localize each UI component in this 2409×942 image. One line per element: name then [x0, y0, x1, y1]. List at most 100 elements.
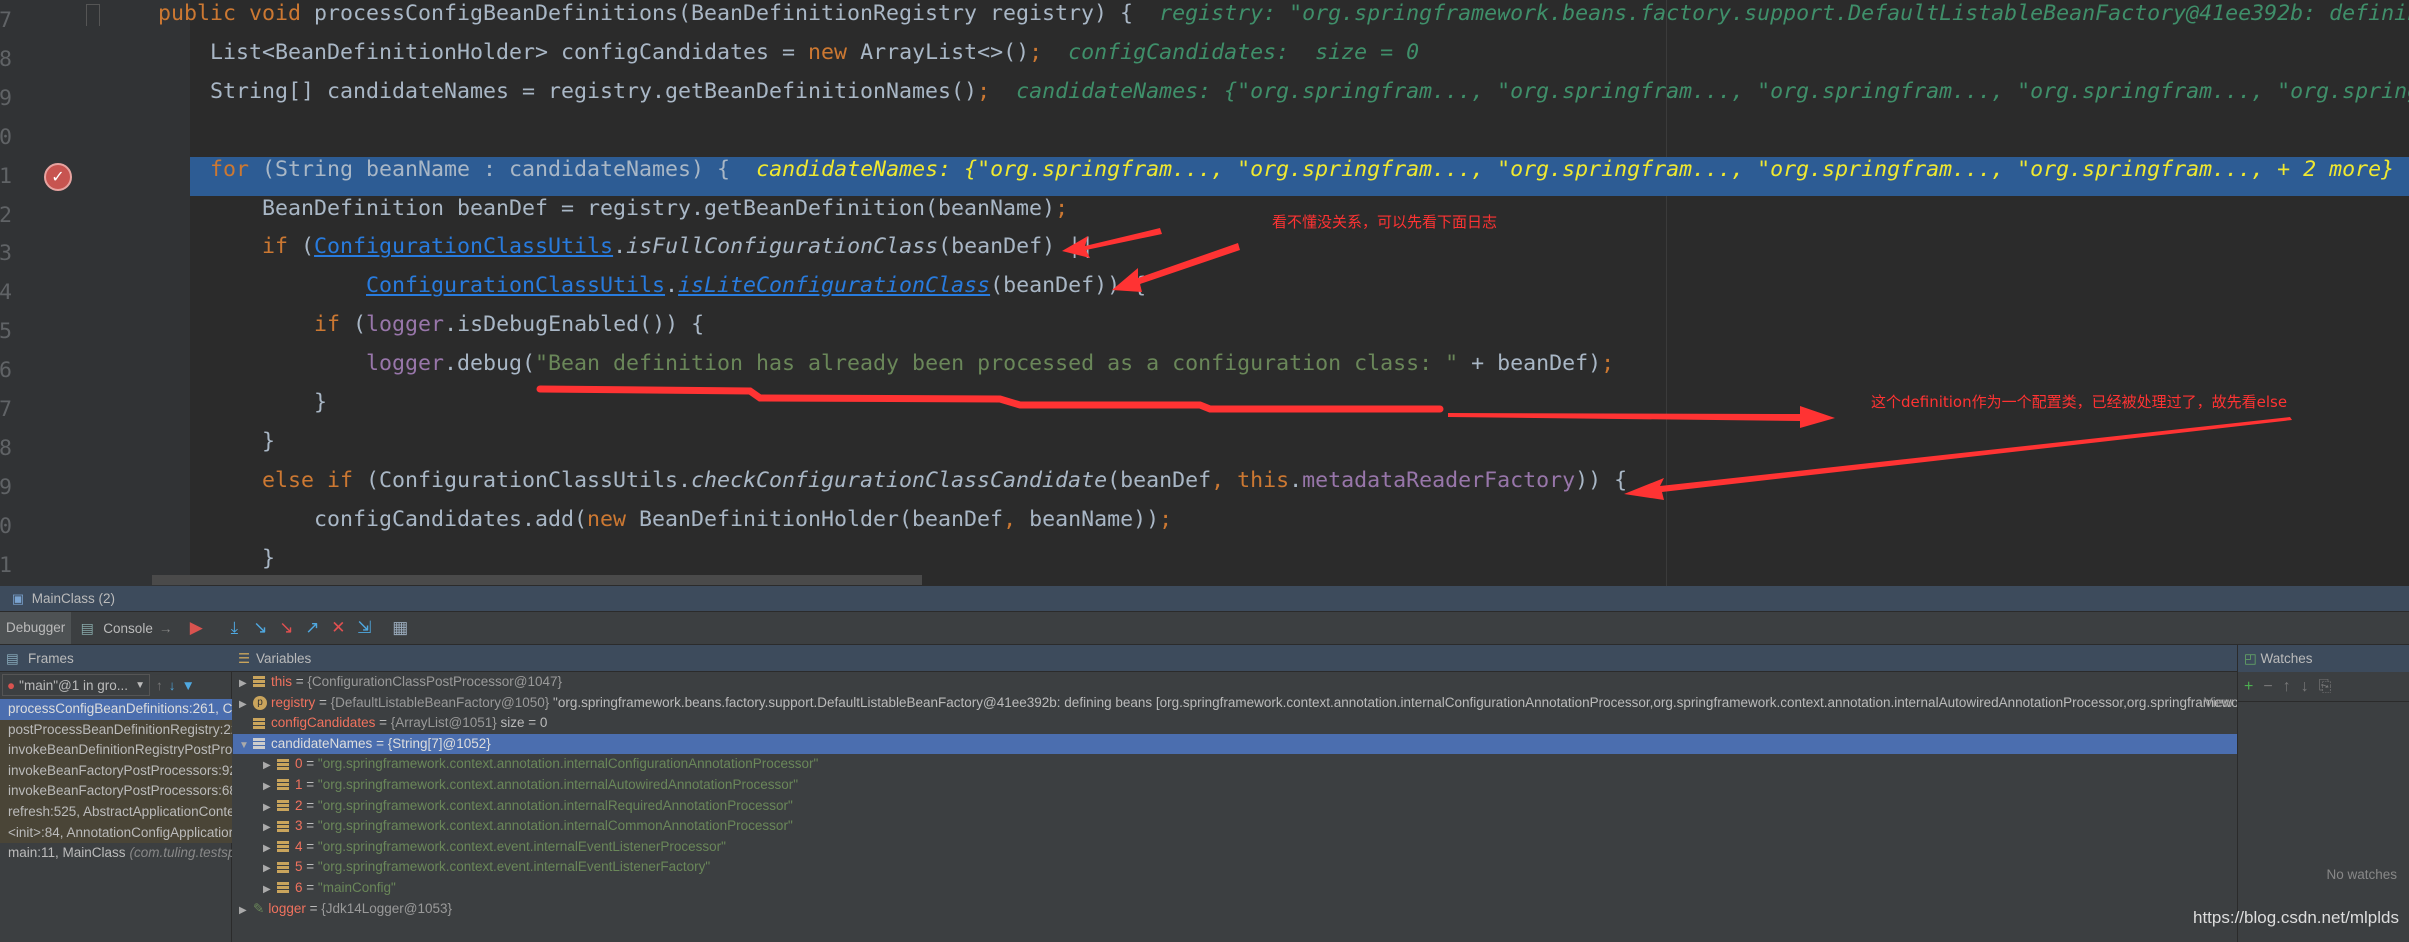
- arrow-up-icon[interactable]: ↑: [156, 678, 163, 693]
- view-link[interactable]: View: [2204, 693, 2233, 714]
- step-over-icon[interactable]: ⤓: [224, 618, 244, 638]
- move-up-icon[interactable]: ↑: [2283, 678, 2291, 696]
- remove-icon[interactable]: −: [2263, 678, 2272, 696]
- filter-icon[interactable]: ▼: [182, 678, 195, 693]
- expand-icon[interactable]: ▶: [263, 756, 277, 775]
- expand-icon[interactable]: ▶: [239, 695, 253, 714]
- thread-icon: ●: [7, 677, 16, 693]
- equals: =: [292, 674, 308, 689]
- watches-toolbar: + − ↑ ↓ ⎘: [2238, 672, 2409, 702]
- annotation-note-2: 这个definition作为一个配置类，已经被处理过了，故先看else: [1871, 393, 2288, 411]
- run-title-bar: ▣ MainClass (2): [0, 586, 2409, 612]
- field-icon: [277, 841, 289, 854]
- variables-panel: ▶ this = {ConfigurationClassPostProcessor…: [233, 672, 2237, 942]
- variable-name: registry: [271, 694, 316, 710]
- array-icon: [253, 738, 265, 751]
- debug-toolbar: Debugger ▤ Console → ▶ ⤓ ↘ ↘ ↗ ✕ ⇲ ▦: [0, 612, 2409, 645]
- array-item[interactable]: ▶ 5 = "org.springframework.context.event.…: [233, 857, 2237, 878]
- expand-icon[interactable]: ▶: [263, 777, 277, 796]
- variable-candidateNames[interactable]: ▼ candidateNames = {String[7]@1052}: [233, 733, 2237, 755]
- array-item[interactable]: ▶ 4 = "org.springframework.context.event.…: [233, 837, 2237, 858]
- arrow-4: [1624, 417, 2292, 500]
- expand-icon[interactable]: ▶: [263, 880, 277, 899]
- tab-debugger[interactable]: Debugger: [0, 612, 72, 644]
- expand-icon[interactable]: ▶: [263, 798, 277, 817]
- frame-item[interactable]: main:11, MainClass (com.tuling.testspr: [0, 843, 232, 864]
- equals: =: [315, 694, 331, 710]
- evaluate-expression-icon[interactable]: ▦: [390, 618, 410, 638]
- debug-panel: ▣ MainClass (2) Debugger ▤ Console → ▶ ⤓…: [0, 586, 2409, 942]
- field-icon: [277, 820, 289, 833]
- underline-mark: [536, 385, 1444, 413]
- item-index: 1: [295, 777, 303, 792]
- variable-registry[interactable]: ▶ p registry = {DefaultListableBeanFactory…: [233, 693, 2237, 714]
- field-icon: [277, 800, 289, 813]
- item-value: "org.springframework.context.annotation.…: [317, 797, 793, 813]
- expand-icon[interactable]: ▶: [239, 674, 253, 693]
- run-title[interactable]: MainClass (2): [32, 591, 115, 606]
- chevron-down-icon[interactable]: ▼: [135, 680, 145, 691]
- array-item[interactable]: ▶ 1 = "org.springframework.context.annota…: [233, 775, 2237, 796]
- expand-icon[interactable]: ▶: [263, 859, 277, 878]
- step-into-icon[interactable]: ↘: [250, 618, 270, 638]
- no-watches-text: No watches: [2326, 867, 2397, 882]
- frame-item[interactable]: processConfigBeanDefinitions:261, Co: [0, 699, 232, 720]
- item-value: "org.springframework.context.event.inter…: [317, 859, 711, 875]
- drop-frame-icon[interactable]: ✕: [328, 618, 348, 638]
- copy-icon[interactable]: ⎘: [2319, 678, 2332, 696]
- variable-name: configCandidates: [271, 715, 376, 731]
- frame-item[interactable]: invokeBeanFactoryPostProcessors:687: [0, 781, 232, 802]
- force-step-into-icon[interactable]: ↘: [276, 618, 296, 638]
- array-item[interactable]: ▶ 3 = "org.springframework.context.annota…: [233, 816, 2237, 837]
- add-icon[interactable]: +: [2244, 678, 2253, 696]
- item-index: 4: [295, 838, 303, 854]
- field-icon: [253, 676, 265, 689]
- array-item[interactable]: ▶ 6 = "mainConfig": [233, 878, 2237, 899]
- expand-icon[interactable]: ▶: [263, 839, 277, 858]
- expand-icon[interactable]: ▶: [263, 818, 277, 837]
- frame-item[interactable]: <init>:84, AnnotationConfigApplicatior: [0, 822, 232, 844]
- watches-header: ◰ Watches: [2238, 645, 2409, 672]
- item-index: 2: [295, 797, 303, 813]
- equals: =: [302, 880, 318, 895]
- variable-value: "org.springframework.beans.factory.suppo…: [553, 694, 2237, 710]
- frame-item[interactable]: refresh:525, AbstractApplicationContex: [0, 802, 232, 823]
- run-to-cursor-icon[interactable]: ⇲: [354, 618, 374, 638]
- frame-label: processConfigBeanDefinitions:261, Co: [8, 701, 232, 716]
- arrow-1: [1062, 228, 1162, 258]
- frame-label: invokeBeanFactoryPostProcessors:92,: [8, 762, 232, 778]
- variable-name: this: [271, 674, 293, 689]
- equals: =: [302, 818, 318, 834]
- expand-icon[interactable]: ▶: [239, 901, 253, 920]
- parameter-icon: p: [253, 696, 267, 711]
- arrow-down-icon[interactable]: ↓: [169, 678, 176, 693]
- variable-logger[interactable]: ▶ ✎ logger = {Jdk14Logger@1053}: [233, 899, 2237, 920]
- array-item[interactable]: ▶ 0 = "org.springframework.context.annota…: [233, 754, 2237, 775]
- frame-item[interactable]: postProcessBeanDefinitionRegistry:228: [0, 719, 232, 741]
- variables-title: Variables: [256, 651, 312, 666]
- pin-icon[interactable]: →: [159, 621, 173, 636]
- console-icon: ▤: [80, 620, 94, 636]
- collapse-icon[interactable]: ▼: [239, 736, 253, 755]
- variable-configCandidates[interactable]: configCandidates = {ArrayList@1051} size…: [233, 713, 2237, 734]
- frame-label: invokeBeanFactoryPostProcessors:687: [8, 783, 232, 799]
- array-item[interactable]: ▶ 2 = "org.springframework.context.annota…: [233, 796, 2237, 817]
- frame-item[interactable]: invokeBeanDefinitionRegistryPostProce: [0, 740, 232, 761]
- show-execution-point-icon[interactable]: ▶: [186, 618, 206, 638]
- variable-type: {String[7]@1052}: [387, 735, 491, 751]
- item-index: 6: [295, 880, 303, 895]
- item-value: "org.springframework.context.event.inter…: [317, 838, 726, 854]
- thread-selector[interactable]: ● "main"@1 in gro... ▼: [2, 674, 150, 696]
- frame-item[interactable]: invokeBeanFactoryPostProcessors:92,: [0, 760, 232, 782]
- frame-label: refresh:525, AbstractApplicationContex: [8, 804, 232, 819]
- field-icon: [277, 758, 289, 771]
- move-down-icon[interactable]: ↓: [2301, 678, 2309, 696]
- tab-console[interactable]: Console: [103, 621, 153, 636]
- step-out-icon[interactable]: ↗: [302, 618, 322, 638]
- variable-type: {ConfigurationClassPostProcessor@1047}: [307, 674, 563, 689]
- watches-panel: ◰ Watches + − ↑ ↓ ⎘ No watches: [2237, 645, 2409, 942]
- variable-name: candidateNames: [271, 735, 373, 751]
- variable-this[interactable]: ▶ this = {ConfigurationClassPostProcessor…: [233, 672, 2237, 693]
- equals: =: [305, 900, 322, 916]
- annotation-note-1: 看不懂没关系，可以先看下面日志: [1272, 213, 1498, 231]
